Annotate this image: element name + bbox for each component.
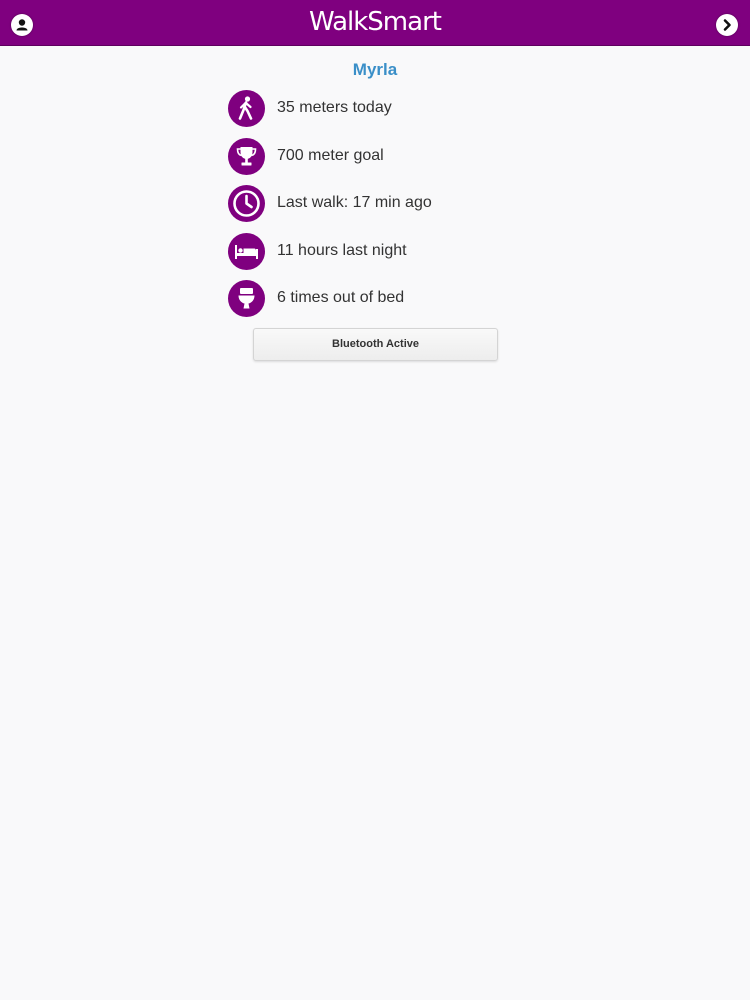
stat-sleep-text: 11 hours last night: [277, 241, 407, 259]
stat-last-walk-text: Last walk: 17 min ago: [277, 194, 432, 211]
chevron-right-icon: [723, 19, 731, 31]
stat-last-walk: Last walk: 17 min ago: [228, 185, 528, 222]
stat-sleep: 11 hours last night: [228, 232, 528, 270]
trophy-icon: [228, 137, 265, 175]
bed-icon: [228, 232, 265, 270]
clock-icon: [228, 185, 265, 222]
stats-list: 35 meters today 700 meter goal Last walk…: [228, 90, 528, 328]
stat-goal-text: 700 meter goal: [277, 146, 384, 164]
stat-goal: 700 meter goal: [228, 137, 528, 175]
app-header: WalkSmart: [0, 0, 750, 46]
bluetooth-status-button[interactable]: Bluetooth Active: [253, 328, 498, 361]
next-button[interactable]: [716, 14, 738, 36]
stat-out-of-bed: 6 times out of bed: [228, 280, 528, 317]
stat-distance-text: 35 meters today: [277, 99, 392, 116]
app-title: WalkSmart: [309, 7, 442, 37]
toilet-icon: [228, 280, 265, 317]
stat-distance-today: 35 meters today: [228, 90, 528, 127]
user-name: Myrla: [352, 60, 398, 79]
walking-person-icon: [228, 90, 265, 127]
stat-out-of-bed-text: 6 times out of bed: [277, 289, 405, 306]
